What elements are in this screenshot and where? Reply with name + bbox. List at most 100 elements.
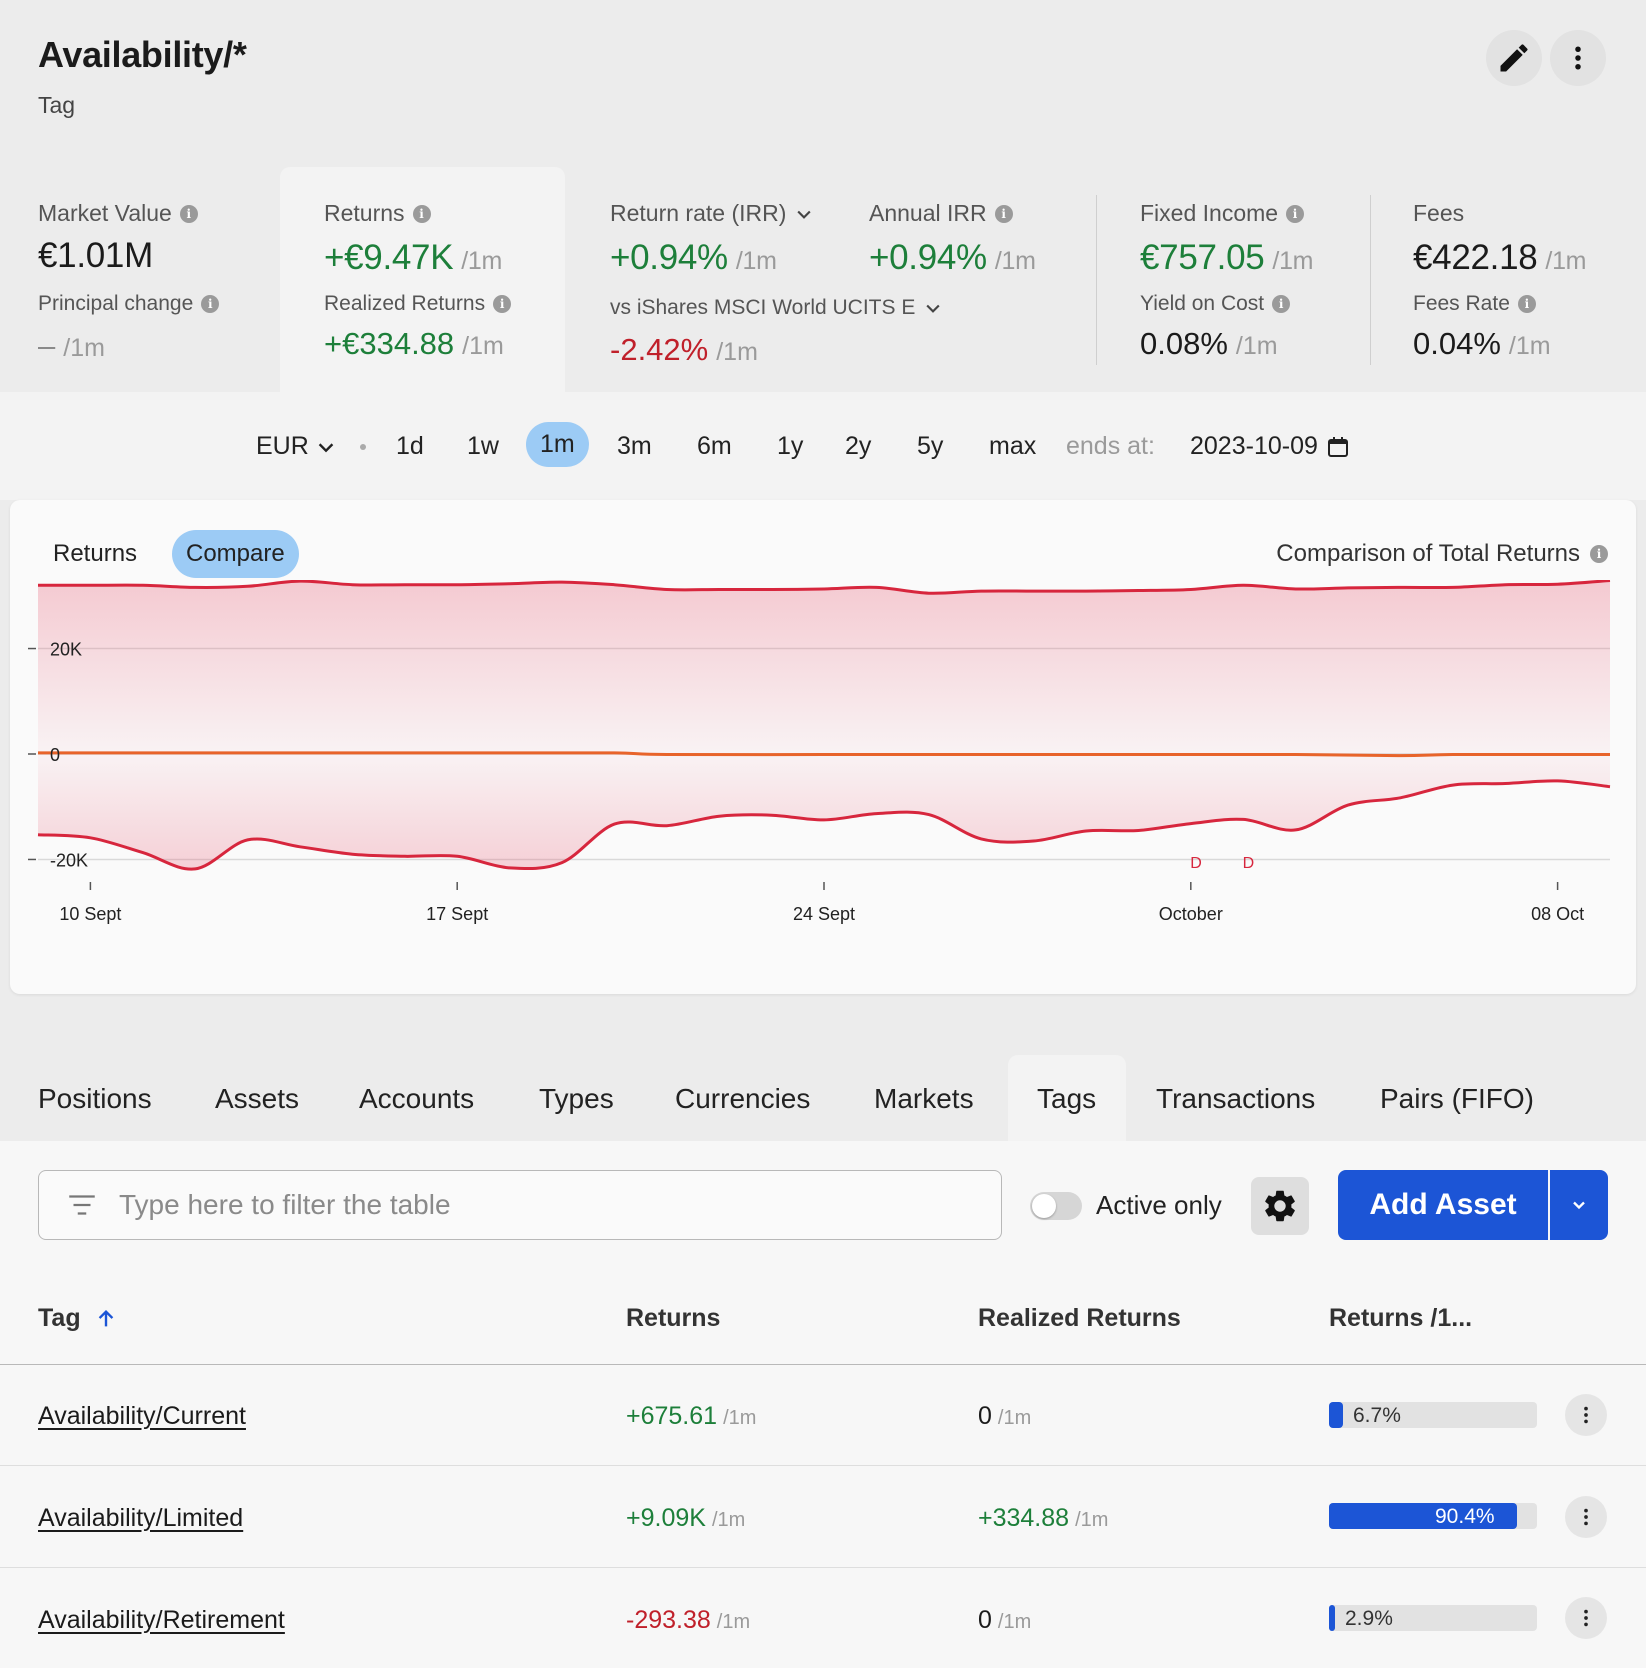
add-asset-button[interactable]: Add Asset (1338, 1170, 1548, 1240)
info-icon[interactable]: i (201, 295, 220, 313)
row-returns: +675.61/1m (626, 1402, 757, 1430)
tag-link[interactable]: Availability/Current (38, 1402, 246, 1431)
x-tick-label: 17 Sept (426, 904, 488, 924)
fixed-income-label: Fixed Income i (1140, 200, 1305, 227)
column-header-returns-share[interactable]: Returns /1... (1329, 1304, 1472, 1333)
info-icon[interactable]: i (179, 204, 198, 223)
info-icon[interactable]: i (493, 295, 512, 313)
row-realized-returns: 0/1m (978, 1606, 1032, 1634)
separator-dot (360, 444, 366, 450)
gear-icon (1265, 1190, 1295, 1222)
period-bar (0, 392, 1646, 500)
kebab-icon (1584, 1406, 1588, 1424)
returns-share-label: 90.4% (1435, 1505, 1495, 1528)
page-subtitle: Tag (38, 92, 76, 118)
stats-divider (1096, 195, 1097, 365)
info-icon[interactable]: i (1590, 545, 1608, 563)
principal-change-value: –/1m (38, 328, 105, 363)
row-actions-button[interactable] (1565, 1394, 1607, 1436)
principal-change-label: Principal change i (38, 292, 220, 316)
returns-share-label: 6.7% (1353, 1404, 1401, 1427)
row-realized-returns: 0/1m (978, 1402, 1032, 1430)
x-tick-label: October (1159, 904, 1223, 924)
tab-accounts[interactable]: Accounts (359, 1083, 474, 1115)
period-1m[interactable]: 1m (526, 422, 589, 467)
info-icon[interactable]: i (994, 204, 1013, 223)
chevron-down-icon (797, 210, 811, 219)
info-icon[interactable]: i (1517, 295, 1536, 313)
tab-types[interactable]: Types (539, 1083, 614, 1115)
period-max[interactable]: max (989, 432, 1036, 461)
tab-positions[interactable]: Positions (38, 1083, 152, 1115)
return-rate-value: +0.94%/1m (610, 238, 777, 277)
column-header-realized-returns[interactable]: Realized Returns (978, 1304, 1181, 1333)
period-3m[interactable]: 3m (617, 432, 652, 461)
market-value-label: Market Value i (38, 200, 198, 227)
filter-icon (69, 1195, 95, 1215)
end-date-picker[interactable]: 2023-10-09 (1190, 432, 1350, 461)
tag-link[interactable]: Availability/Limited (38, 1504, 243, 1533)
row-actions-button[interactable] (1565, 1597, 1607, 1639)
chart-tab-compare[interactable]: Compare (172, 530, 299, 578)
edit-button[interactable] (1486, 30, 1542, 86)
series-area-0 (38, 580, 1610, 754)
tag-link[interactable]: Availability/Retirement (38, 1606, 285, 1635)
filter-input[interactable] (117, 1188, 981, 1222)
fees-value: €422.18/1m (1413, 238, 1587, 277)
tab-markets[interactable]: Markets (874, 1083, 974, 1115)
row-returns: -293.38/1m (626, 1606, 751, 1634)
filter-field[interactable] (38, 1170, 1002, 1240)
yield-on-cost-label: Yield on Cost i (1140, 292, 1291, 316)
y-tick-label: -20K (50, 850, 88, 870)
calendar-icon (1327, 436, 1348, 457)
settings-button[interactable] (1251, 1177, 1309, 1235)
more-button[interactable] (1550, 30, 1606, 86)
market-value: €1.01M (38, 236, 153, 275)
y-tick-label: 0 (50, 745, 60, 765)
row-returns: +9.09K/1m (626, 1504, 746, 1532)
tab-assets[interactable]: Assets (215, 1083, 299, 1115)
fixed-income-value: €757.05/1m (1140, 238, 1314, 277)
fees-rate-label: Fees Rate i (1413, 292, 1536, 316)
info-icon[interactable]: i (1272, 295, 1291, 313)
period-1d[interactable]: 1d (396, 432, 424, 461)
annual-irr-label: Annual IRR i (869, 200, 1013, 227)
returns-share-label: 2.9% (1345, 1607, 1393, 1630)
sort-ascending-icon (98, 1309, 113, 1326)
column-header-returns[interactable]: Returns (626, 1304, 720, 1333)
row-divider (0, 1567, 1646, 1568)
period-2y[interactable]: 2y (845, 432, 871, 461)
pencil-icon (1500, 44, 1528, 72)
kebab-icon (1584, 1609, 1588, 1627)
tab-currencies[interactable]: Currencies (675, 1083, 810, 1115)
comparison-chart[interactable]: -20K 0 20K 10 Sept 17 Sept 24 Sept October 08 O… (10, 580, 1636, 980)
period-6m[interactable]: 6m (697, 432, 732, 461)
period-1y[interactable]: 1y (777, 432, 803, 461)
add-asset-dropdown[interactable] (1550, 1170, 1608, 1240)
row-divider (0, 1465, 1646, 1466)
row-actions-button[interactable] (1565, 1496, 1607, 1538)
info-icon[interactable]: i (412, 204, 431, 223)
returns-share-fill (1329, 1402, 1343, 1428)
chart-tab-returns[interactable]: Returns (39, 530, 151, 578)
period-1w[interactable]: 1w (467, 432, 499, 461)
header-divider (0, 1364, 1646, 1365)
tab-tags[interactable]: Tags (1037, 1083, 1096, 1115)
benchmark-value: -2.42%/1m (610, 332, 758, 367)
tab-transactions[interactable]: Transactions (1156, 1083, 1315, 1115)
chevron-down-icon (318, 442, 334, 452)
column-header-tag[interactable]: Tag (38, 1304, 117, 1333)
kebab-icon (1584, 1508, 1588, 1526)
y-tick-label: 20K (50, 640, 82, 660)
chevron-down-icon (926, 304, 940, 313)
currency-select[interactable]: EUR (256, 432, 337, 461)
realized-returns-value: +€334.88/1m (324, 326, 504, 361)
return-rate-dropdown[interactable]: Return rate (IRR) (610, 200, 814, 227)
fees-label: Fees (1413, 200, 1465, 226)
period-5y[interactable]: 5y (917, 432, 943, 461)
benchmark-dropdown[interactable]: vs iShares MSCI World UCITS E (610, 296, 943, 320)
info-icon[interactable]: i (1286, 204, 1305, 223)
tab-pairs-fifo[interactable]: Pairs (FIFO) (1380, 1083, 1534, 1115)
ends-at-label: ends at: (1066, 432, 1155, 460)
stats-divider (1370, 195, 1371, 365)
